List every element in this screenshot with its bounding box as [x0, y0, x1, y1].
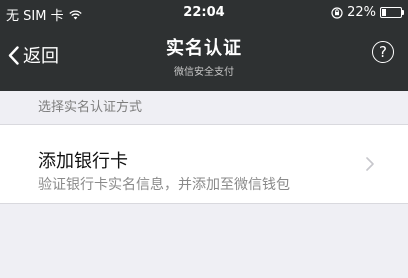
- battery-fill: [382, 9, 386, 16]
- page-title: 实名认证: [166, 38, 242, 59]
- option-description: 验证银行卡实名信息，并添加至微信钱包: [38, 177, 290, 193]
- orientation-lock-icon: [331, 6, 343, 19]
- option-title: 添加银行卡: [38, 151, 128, 172]
- chevron-right-icon: [366, 157, 374, 171]
- battery-icon: [380, 7, 404, 18]
- nav-bar: 返回 实名认证 微信安全支付 ?: [0, 26, 408, 91]
- add-bank-card-option[interactable]: 添加银行卡 验证银行卡实名信息，并添加至微信钱包: [0, 125, 408, 204]
- header: 无 SIM 卡 22:04 22% 返回 实名认证 微信安全支付 ?: [0, 0, 408, 91]
- status-right: 22%: [331, 5, 404, 20]
- help-icon[interactable]: ?: [372, 41, 394, 63]
- title-wrap: 实名认证 微信安全支付: [0, 34, 408, 78]
- section-label: 选择实名认证方式: [0, 91, 408, 125]
- battery-percent: 22%: [347, 5, 376, 20]
- help-glyph: ?: [379, 43, 387, 61]
- page-subtitle: 微信安全支付: [174, 67, 234, 78]
- status-bar: 无 SIM 卡 22:04 22%: [0, 0, 408, 26]
